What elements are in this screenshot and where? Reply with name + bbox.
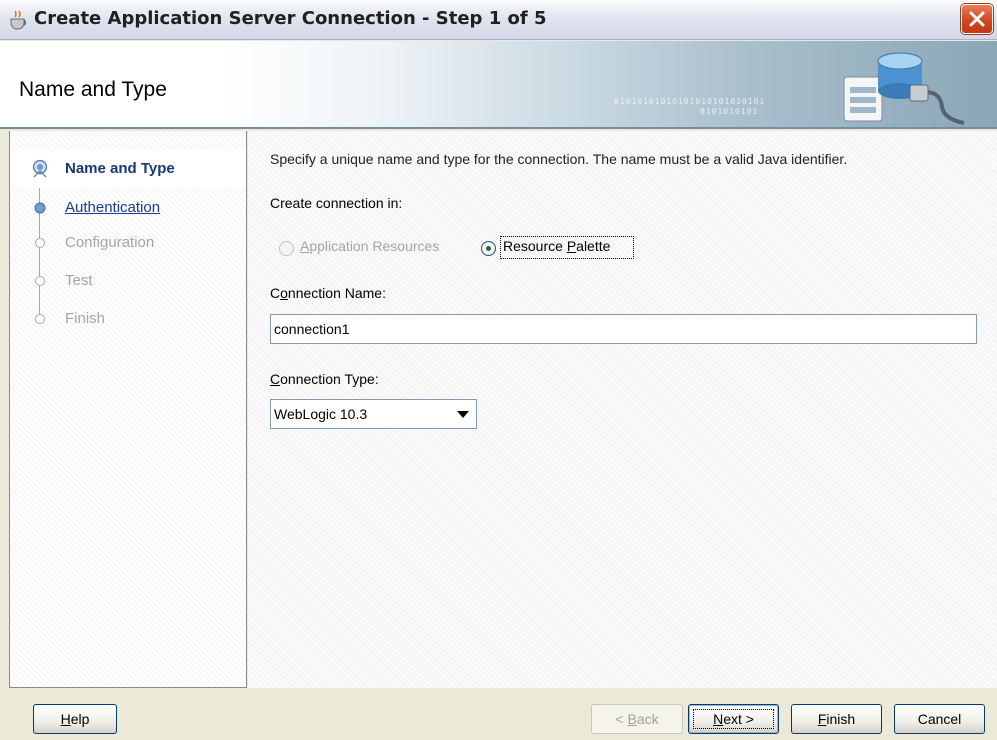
nav-step-finish: Finish bbox=[10, 301, 246, 339]
nav-step-label: Finish bbox=[65, 310, 106, 327]
connection-type-select[interactable]: WebLogic 10.3 bbox=[270, 399, 477, 429]
java-cup-icon bbox=[8, 10, 30, 30]
help-button[interactable]: Help bbox=[33, 704, 117, 734]
step-bullet-icon bbox=[32, 273, 48, 289]
main-panel: Specify a unique name and type for the c… bbox=[248, 131, 997, 688]
create-in-label: Create connection in: bbox=[270, 195, 403, 211]
nav-step-label: Name and Type bbox=[65, 160, 175, 177]
nav-step-authentication[interactable]: Authentication bbox=[10, 188, 246, 226]
connection-type-value: WebLogic 10.3 bbox=[274, 406, 368, 422]
nav-step-label: Authentication bbox=[65, 199, 161, 216]
resource-palette-radio[interactable] bbox=[481, 241, 496, 256]
wizard-steps-nav: Name and Type Authentication Configurati… bbox=[9, 131, 247, 688]
nav-step-label: Test bbox=[65, 272, 93, 289]
application-resources-label: Application Resources bbox=[300, 238, 440, 254]
radio-selected-dot bbox=[486, 246, 491, 251]
back-button[interactable]: < Back bbox=[591, 704, 683, 734]
nav-step-test: Test bbox=[10, 263, 246, 301]
description-text: Specify a unique name and type for the c… bbox=[270, 151, 848, 167]
nav-step-name-and-type[interactable]: Name and Type bbox=[10, 150, 246, 188]
current-step-icon bbox=[30, 159, 50, 179]
step-bullet-icon bbox=[32, 200, 48, 216]
binary-decoration: 01010101010101010101010101 bbox=[614, 97, 766, 106]
window-title: Create Application Server Connection - S… bbox=[34, 8, 547, 29]
finish-button[interactable]: Finish bbox=[791, 704, 882, 734]
cancel-button[interactable]: Cancel bbox=[894, 704, 985, 734]
connection-type-label: Connection Type: bbox=[270, 371, 379, 387]
chevron-down-icon bbox=[457, 411, 469, 418]
application-resources-radio[interactable] bbox=[279, 241, 294, 256]
connection-name-input[interactable]: connection1 bbox=[270, 314, 977, 344]
binary-decoration-2: 0101010101 bbox=[700, 107, 759, 116]
server-connection-icon bbox=[843, 52, 965, 125]
focus-rectangle bbox=[693, 709, 774, 729]
step-bullet-icon bbox=[32, 311, 48, 327]
close-icon bbox=[969, 11, 985, 27]
page-title: Name and Type bbox=[19, 78, 167, 101]
step-bullet-icon bbox=[32, 235, 48, 251]
header-banner: Name and Type 01010101010101010101010101… bbox=[0, 41, 997, 129]
resource-palette-label: Resource Palette bbox=[503, 238, 611, 254]
title-bar: Create Application Server Connection - S… bbox=[0, 0, 997, 40]
nav-step-label: Configuration bbox=[65, 234, 155, 251]
next-button[interactable]: Next > bbox=[688, 704, 779, 734]
close-button[interactable] bbox=[961, 4, 993, 34]
button-bar: Help < Back Next > Finish Cancel bbox=[0, 688, 997, 740]
nav-step-configuration: Configuration bbox=[10, 224, 246, 262]
connection-name-label: Connection Name: bbox=[270, 285, 386, 301]
